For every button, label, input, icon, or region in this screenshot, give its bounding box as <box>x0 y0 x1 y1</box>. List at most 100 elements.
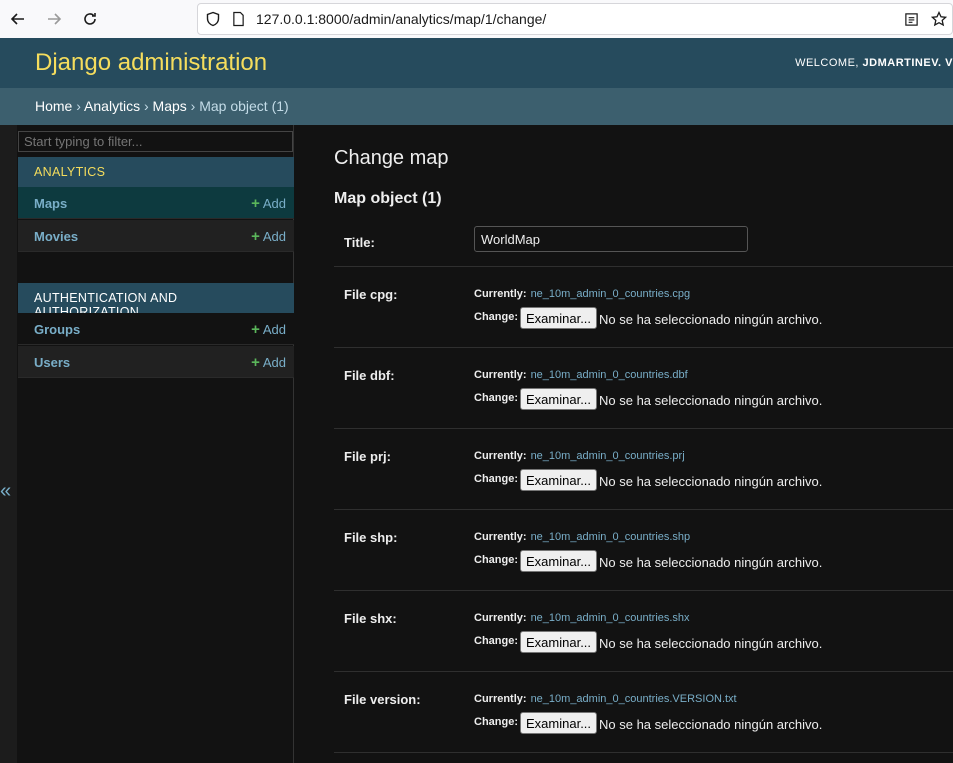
file-browse-button[interactable]: Examinar... <box>520 469 598 491</box>
site-branding[interactable]: Django administration <box>35 49 267 77</box>
change-label: Change: <box>474 635 518 647</box>
add-group-link[interactable]: + Add <box>251 321 286 338</box>
plus-icon: + <box>251 321 260 338</box>
no-file-text: No se ha seleccionado ningún archivo. <box>599 636 823 651</box>
title-label: Title: <box>344 235 375 250</box>
main-content: Change map Map object (1) Title: File cp… <box>294 125 953 763</box>
current-file-link[interactable]: ne_10m_admin_0_countries.dbf <box>531 369 688 381</box>
currently-label: Currently: <box>474 288 527 300</box>
form-row-file-cpg: File cpg: <box>334 267 953 348</box>
file-prj-label: File prj: <box>344 449 391 464</box>
browser-toolbar: 127.0.0.1:8000/admin/analytics/map/1/cha… <box>0 0 953 38</box>
reader-view-icon[interactable] <box>902 10 920 28</box>
breadcrumb-model[interactable]: Maps <box>153 98 187 114</box>
current-file-link[interactable]: ne_10m_admin_0_countries.prj <box>531 450 685 462</box>
current-file-link[interactable]: ne_10m_admin_0_countries.VERSION.txt <box>531 693 737 705</box>
module-caption-analytics[interactable]: ANALYTICS <box>18 157 294 187</box>
title-input[interactable] <box>474 226 748 252</box>
change-label: Change: <box>474 554 518 566</box>
form-row-file-shx: File shx: <box>334 591 953 672</box>
form-row-file-shp: File shp: <box>334 510 953 591</box>
plus-icon: + <box>251 354 260 371</box>
currently-label: Currently: <box>474 693 527 705</box>
arrow-left-icon <box>10 13 24 25</box>
breadcrumb-separator: › <box>143 98 149 114</box>
file-version-label: File version: <box>344 692 421 707</box>
page-title: Change map <box>334 147 449 169</box>
currently-row: Currently: ne_10m_admin_0_countries.dbf <box>474 369 688 381</box>
username: JDMARTINEV. V <box>862 57 953 69</box>
sidebar-toggle[interactable]: « <box>0 125 17 763</box>
add-map-link[interactable]: + Add <box>251 195 286 212</box>
module-caption-auth[interactable]: AUTHENTICATION AND AUTHORIZATION <box>18 283 294 319</box>
current-file-link[interactable]: ne_10m_admin_0_countries.shx <box>531 612 690 624</box>
model-link-movies[interactable]: Movies <box>34 229 78 244</box>
sidebar-item-maps[interactable]: Maps + Add <box>18 187 294 219</box>
no-file-text: No se ha seleccionado ningún archivo. <box>599 393 823 408</box>
file-browse-button[interactable]: Examinar... <box>520 712 598 734</box>
arrow-right-icon <box>48 13 62 25</box>
form-row-file-dbf: File dbf: <box>334 348 953 429</box>
current-file-link[interactable]: ne_10m_admin_0_countries.cpg <box>531 288 691 300</box>
add-movie-link[interactable]: + Add <box>251 228 286 245</box>
breadcrumb-app[interactable]: Analytics <box>84 98 140 114</box>
add-label: Add <box>262 229 286 244</box>
breadcrumb-separator: › <box>76 98 81 114</box>
add-user-link[interactable]: + Add <box>251 354 286 371</box>
address-bar[interactable]: 127.0.0.1:8000/admin/analytics/map/1/cha… <box>197 3 953 35</box>
currently-row: Currently: ne_10m_admin_0_countries.VERSI… <box>474 693 737 705</box>
currently-row: Currently: ne_10m_admin_0_countries.shp <box>474 531 690 543</box>
sidebar-item-users[interactable]: Users + Add <box>18 346 294 378</box>
plus-icon: + <box>251 228 260 245</box>
currently-label: Currently: <box>474 369 527 381</box>
change-label: Change: <box>474 311 518 323</box>
form-row-file-version: File version: <box>334 672 953 753</box>
no-file-text: No se ha seleccionado ningún archivo. <box>599 474 823 489</box>
reload-button[interactable] <box>72 0 108 38</box>
file-browse-button[interactable]: Examinar... <box>520 550 598 572</box>
nav-filter-input[interactable] <box>18 131 293 152</box>
add-label: Add <box>262 196 286 211</box>
model-link-groups[interactable]: Groups <box>34 322 80 337</box>
file-cpg-label: File cpg: <box>344 287 398 302</box>
no-file-text: No se ha seleccionado ningún archivo. <box>599 555 823 570</box>
file-browse-button[interactable]: Examinar... <box>520 631 598 653</box>
file-dbf-label: File dbf: <box>344 368 395 383</box>
plus-icon: + <box>251 195 260 212</box>
add-label: Add <box>262 355 286 370</box>
file-browse-button[interactable]: Examinar... <box>520 388 598 410</box>
currently-row: Currently: ne_10m_admin_0_countries.cpg <box>474 288 690 300</box>
no-file-text: No se ha seleccionado ningún archivo. <box>599 312 823 327</box>
welcome-text: WELCOME, <box>795 57 859 69</box>
model-link-maps[interactable]: Maps <box>34 196 67 211</box>
forward-button[interactable] <box>36 0 72 38</box>
page-icon <box>230 10 246 28</box>
object-title: Map object (1) <box>334 190 442 207</box>
file-browse-button[interactable]: Examinar... <box>520 307 598 329</box>
site-header: Django administration WELCOME, JDMARTINE… <box>0 38 953 88</box>
current-file-link[interactable]: ne_10m_admin_0_countries.shp <box>531 531 691 543</box>
reload-icon <box>84 13 96 25</box>
back-button[interactable] <box>0 0 36 38</box>
currently-row: Currently: ne_10m_admin_0_countries.shx <box>474 612 690 624</box>
breadcrumb-home[interactable]: Home <box>35 98 72 114</box>
model-link-users[interactable]: Users <box>34 355 70 370</box>
breadcrumb: Home › Analytics › Maps › Map object (1) <box>0 88 953 125</box>
change-label: Change: <box>474 392 518 404</box>
breadcrumb-current: Map object (1) <box>199 98 289 114</box>
url-text[interactable]: 127.0.0.1:8000/admin/analytics/map/1/cha… <box>256 11 546 27</box>
no-file-text: No se ha seleccionado ningún archivo. <box>599 717 823 732</box>
form-row-file-prj: File prj: <box>334 429 953 510</box>
change-label: Change: <box>474 473 518 485</box>
currently-label: Currently: <box>474 450 527 462</box>
currently-label: Currently: <box>474 612 527 624</box>
file-shx-label: File shx: <box>344 611 397 626</box>
sidebar-item-groups[interactable]: Groups + Add <box>18 313 294 345</box>
breadcrumb-separator: › <box>190 98 196 114</box>
user-tools: WELCOME, JDMARTINEV. V <box>795 57 953 69</box>
bookmark-star-icon[interactable] <box>930 10 948 28</box>
sidebar-item-movies[interactable]: Movies + Add <box>18 220 294 252</box>
double-chevron-left-icon[interactable]: « <box>0 480 11 503</box>
file-shp-label: File shp: <box>344 530 398 545</box>
shield-icon[interactable] <box>204 10 222 28</box>
